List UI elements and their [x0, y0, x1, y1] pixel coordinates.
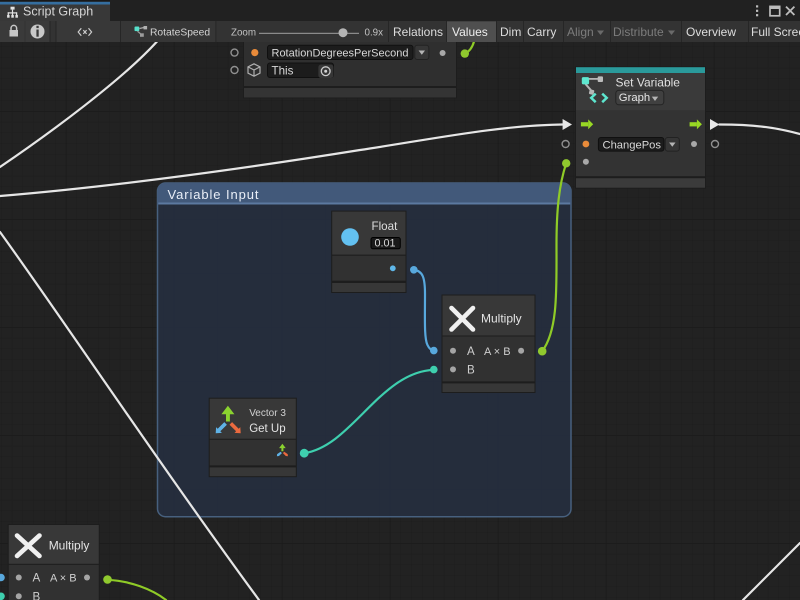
svg-text:ChangePos: ChangePos: [603, 140, 662, 152]
svg-text:Align: Align: [567, 25, 594, 39]
svg-text:0.9x: 0.9x: [365, 27, 384, 38]
svg-text:Set Variable: Set Variable: [616, 75, 681, 89]
svg-text:A: A: [467, 345, 475, 358]
svg-text:Multiply: Multiply: [49, 539, 90, 553]
svg-text:B: B: [33, 590, 41, 600]
svg-text:Graph: Graph: [619, 92, 650, 104]
svg-text:Distribute: Distribute: [613, 25, 664, 39]
svg-text:Variable Input: Variable Input: [168, 187, 260, 202]
svg-text:Multiply: Multiply: [481, 312, 522, 326]
svg-text:Zoom: Zoom: [231, 27, 256, 38]
svg-text:This: This: [272, 64, 294, 77]
svg-text:A × B: A × B: [50, 573, 77, 585]
svg-text:RotationDegreesPerSecond: RotationDegreesPerSecond: [272, 48, 409, 60]
svg-text:A × B: A × B: [484, 346, 511, 358]
svg-text:Vector 3: Vector 3: [249, 408, 286, 419]
svg-text:Full Screen: Full Screen: [751, 25, 800, 39]
svg-text:RotateSpeed: RotateSpeed: [150, 28, 210, 39]
svg-text:Script Graph: Script Graph: [23, 5, 93, 19]
svg-text:B: B: [467, 363, 475, 376]
svg-text:A: A: [33, 572, 41, 585]
svg-text:Float: Float: [372, 220, 399, 233]
svg-text:Get Up: Get Up: [249, 423, 285, 435]
svg-text:0.01: 0.01: [375, 238, 396, 250]
svg-text:Overview: Overview: [686, 25, 736, 39]
svg-text:Carry: Carry: [527, 25, 556, 39]
svg-text:Relations: Relations: [393, 25, 443, 39]
svg-text:Dim: Dim: [500, 25, 521, 39]
svg-text:Values: Values: [452, 25, 488, 39]
